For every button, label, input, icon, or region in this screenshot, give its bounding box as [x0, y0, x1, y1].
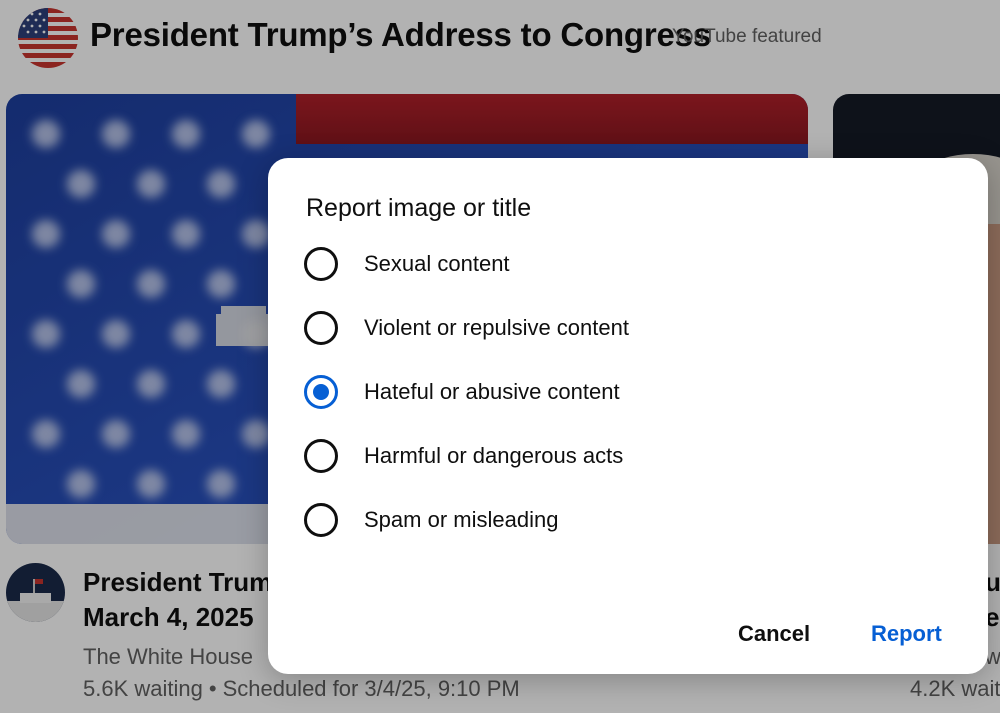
- radio-unchecked-icon[interactable]: [304, 439, 338, 473]
- dialog-title: Report image or title: [306, 194, 532, 222]
- option-spam[interactable]: Spam or misleading: [304, 500, 944, 540]
- cancel-button[interactable]: Cancel: [738, 616, 810, 652]
- radio-checked-icon[interactable]: [304, 375, 338, 409]
- report-dialog: Report image or title Sexual content Vio…: [268, 158, 988, 674]
- option-label: Harmful or dangerous acts: [364, 443, 624, 468]
- option-sexual-content[interactable]: Sexual content: [304, 244, 944, 284]
- option-harmful-acts[interactable]: Harmful or dangerous acts: [304, 436, 944, 476]
- report-button[interactable]: Report: [871, 616, 942, 652]
- option-violent-content[interactable]: Violent or repulsive content: [304, 308, 944, 348]
- option-label: Spam or misleading: [364, 507, 559, 532]
- radio-unchecked-icon[interactable]: [304, 247, 338, 281]
- option-label: Sexual content: [364, 251, 510, 276]
- option-label: Hateful or abusive content: [364, 379, 620, 404]
- option-hateful-content[interactable]: Hateful or abusive content: [304, 372, 944, 412]
- radio-unchecked-icon[interactable]: [304, 503, 338, 537]
- option-label: Violent or repulsive content: [364, 315, 629, 340]
- radio-unchecked-icon[interactable]: [304, 311, 338, 345]
